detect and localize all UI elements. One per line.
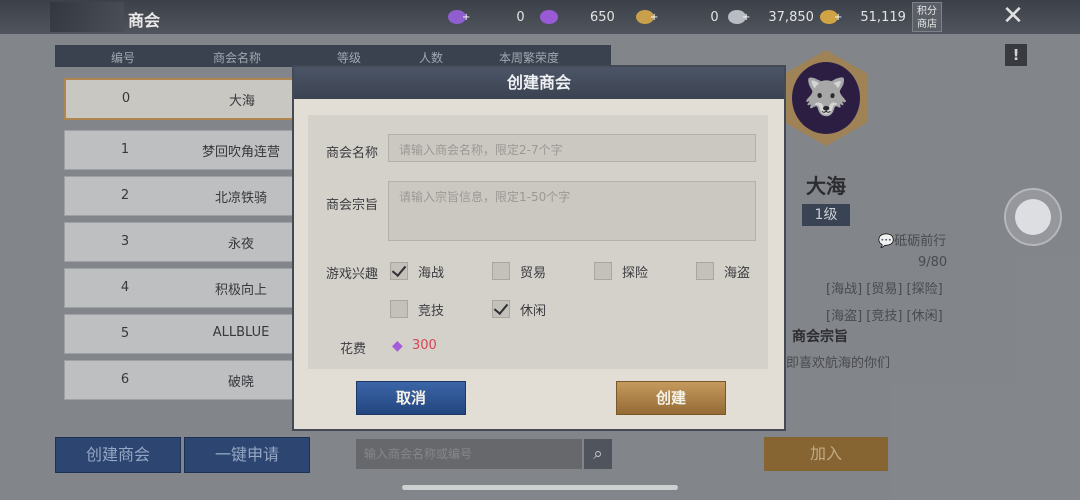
checkbox-icon bbox=[492, 262, 510, 280]
resource-ingot-value: 51,119 bbox=[860, 9, 906, 25]
guild-name-label: 商会名称 bbox=[326, 146, 379, 161]
cancel-button[interactable]: 取消 bbox=[356, 381, 466, 415]
interest-naval-checkbox[interactable]: 海战 bbox=[390, 261, 444, 281]
checkbox-icon bbox=[594, 262, 612, 280]
dialog-title: 创建商会 bbox=[294, 67, 784, 99]
checkbox-icon bbox=[390, 300, 408, 318]
purple-gem-icon: ◆ bbox=[392, 338, 403, 354]
guild-name-input[interactable]: 请输入商会名称，限定2-7个字 bbox=[388, 134, 756, 162]
top-bar: 商会 + 0 650 + 0 + 37,850 + 51,119 积分商店 ✕ bbox=[0, 0, 1080, 34]
resource-gem-bundle[interactable]: 650 bbox=[540, 0, 615, 34]
close-icon[interactable]: ✕ bbox=[1000, 3, 1026, 30]
resource-silver-value: 37,850 bbox=[768, 9, 814, 25]
cost-label: 花费 bbox=[340, 342, 367, 357]
guild-purpose-input[interactable]: 请输入宗旨信息，限定1-50个字 bbox=[388, 181, 756, 241]
interest-competitive-checkbox[interactable]: 竞技 bbox=[390, 299, 444, 319]
resource-ingot[interactable]: + 51,119 bbox=[820, 0, 906, 34]
resource-gem[interactable]: + 0 bbox=[448, 0, 525, 34]
checkbox-icon bbox=[696, 262, 714, 280]
resource-gem-bundle-value: 650 bbox=[590, 9, 615, 25]
interest-casual-checkbox[interactable]: 休闲 bbox=[492, 299, 546, 319]
home-indicator[interactable] bbox=[402, 485, 678, 490]
dialog-form-panel: 商会名称 请输入商会名称，限定2-7个字 商会宗旨 请输入宗旨信息，限定1-50… bbox=[308, 115, 768, 369]
cost-value: 300 bbox=[412, 338, 437, 353]
create-button[interactable]: 创建 bbox=[616, 381, 726, 415]
purple-gem-bundle-icon bbox=[540, 10, 558, 24]
interest-explore-checkbox[interactable]: 探险 bbox=[594, 261, 648, 281]
checkbox-checked-icon bbox=[390, 262, 408, 280]
resource-gold-value: 0 bbox=[710, 9, 719, 25]
guild-purpose-label: 商会宗旨 bbox=[326, 198, 379, 213]
resource-gold[interactable]: + 0 bbox=[636, 0, 719, 34]
checkbox-checked-icon bbox=[492, 300, 510, 318]
interest-pirate-checkbox[interactable]: 海盗 bbox=[696, 261, 750, 281]
resource-gem-value: 0 bbox=[516, 9, 525, 25]
game-interest-label: 游戏兴趣 bbox=[326, 267, 379, 282]
create-guild-dialog: 创建商会 商会名称 请输入商会名称，限定2-7个字 商会宗旨 请输入宗旨信息，限… bbox=[292, 65, 786, 431]
points-shop-button[interactable]: 积分商店 bbox=[912, 2, 942, 32]
page-title: 商会 bbox=[128, 11, 161, 30]
resource-silver[interactable]: + 37,850 bbox=[728, 0, 814, 34]
interest-trade-checkbox[interactable]: 贸易 bbox=[492, 261, 546, 281]
back-button[interactable] bbox=[50, 2, 124, 32]
